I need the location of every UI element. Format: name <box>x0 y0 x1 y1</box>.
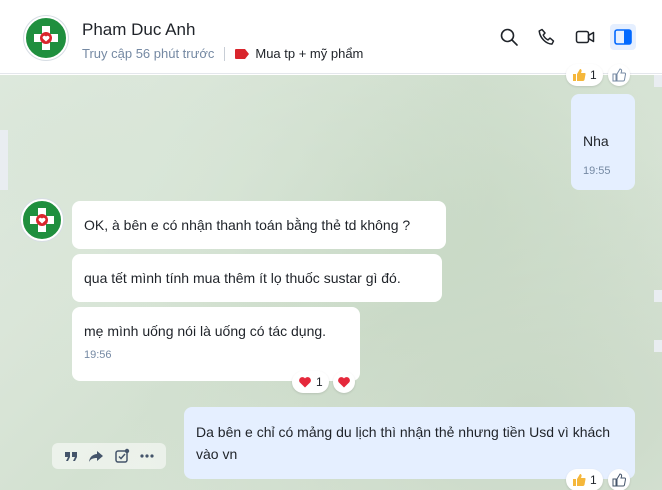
reaction-summary[interactable]: 1 <box>566 64 603 86</box>
thumbs-up-outline-icon <box>612 473 626 487</box>
message-action-toolbar <box>52 443 166 469</box>
last-seen-text: Truy cập 56 phút trước <box>82 46 215 61</box>
forward-icon[interactable] <box>88 448 104 464</box>
chat-header: Pham Duc Anh Truy cập 56 phút trước Mua … <box>0 0 662 74</box>
heart-icon <box>299 377 311 388</box>
incoming-message[interactable]: OK, à bên e có nhận thanh toán bằng thẻ … <box>72 201 446 249</box>
incoming-message[interactable]: mẹ mình uống nói là uống có tác dụng. 19… <box>72 307 360 381</box>
reaction-count: 1 <box>590 473 597 487</box>
contact-label[interactable]: Mua tp + mỹ phẩm <box>235 46 363 61</box>
video-call-button[interactable] <box>572 24 598 50</box>
medical-cross-logo-icon <box>34 26 58 50</box>
message-text: Da bên e chỉ có mảng du lịch thì nhận th… <box>196 424 611 462</box>
message-text: Nha <box>583 133 609 149</box>
divider <box>224 46 226 61</box>
phone-icon <box>538 28 555 45</box>
sender-avatar[interactable] <box>21 199 63 241</box>
search-button[interactable] <box>496 24 522 50</box>
react-button[interactable] <box>333 371 355 393</box>
label-tag-icon <box>235 48 250 59</box>
reaction-summary[interactable]: 1 <box>566 469 603 490</box>
contact-avatar[interactable] <box>24 16 68 60</box>
reaction-summary[interactable]: 1 <box>292 371 329 393</box>
more-icon[interactable] <box>139 448 155 464</box>
search-icon <box>500 28 518 46</box>
react-button[interactable] <box>608 64 630 86</box>
react-button[interactable] <box>608 469 630 490</box>
outgoing-message[interactable]: Da bên e chỉ có mảng du lịch thì nhận th… <box>184 407 635 479</box>
reaction-count: 1 <box>316 375 323 389</box>
side-panel-edge <box>0 130 8 190</box>
message-text: OK, à bên e có nhận thanh toán bằng thẻ … <box>84 217 411 233</box>
thumbs-up-icon <box>573 69 586 82</box>
thumbs-up-outline-icon <box>612 68 626 82</box>
message-text: qua tết mình tính mua thêm ít lọ thuốc s… <box>84 270 401 286</box>
side-panel-edge <box>654 340 662 352</box>
message-time: 19:55 <box>583 165 611 177</box>
incoming-message[interactable]: qua tết mình tính mua thêm ít lọ thuốc s… <box>72 254 442 302</box>
message-time: 19:56 <box>84 349 112 361</box>
sidebar-toggle-icon <box>614 29 632 45</box>
contact-status-row: Truy cập 56 phút trước Mua tp + mỹ phẩm <box>82 46 363 61</box>
task-icon[interactable] <box>114 448 130 464</box>
reaction-count: 1 <box>590 68 597 82</box>
heart-icon <box>338 377 350 388</box>
contact-label-text: Mua tp + mỹ phẩm <box>255 46 364 61</box>
side-panel-edge <box>654 75 662 87</box>
video-call-icon <box>575 30 595 44</box>
message-text: mẹ mình uống nói là uống có tác dụng. <box>84 323 327 339</box>
medical-cross-logo-icon <box>30 208 54 232</box>
header-toolbar <box>496 24 636 50</box>
sidebar-toggle-button[interactable] <box>610 24 636 50</box>
thumbs-up-icon <box>573 474 586 487</box>
quote-icon[interactable] <box>63 448 79 464</box>
side-panel-edge <box>654 290 662 302</box>
outgoing-message[interactable]: Nha 19:55 <box>571 94 635 190</box>
contact-name[interactable]: Pham Duc Anh <box>82 20 195 40</box>
call-button[interactable] <box>534 24 560 50</box>
